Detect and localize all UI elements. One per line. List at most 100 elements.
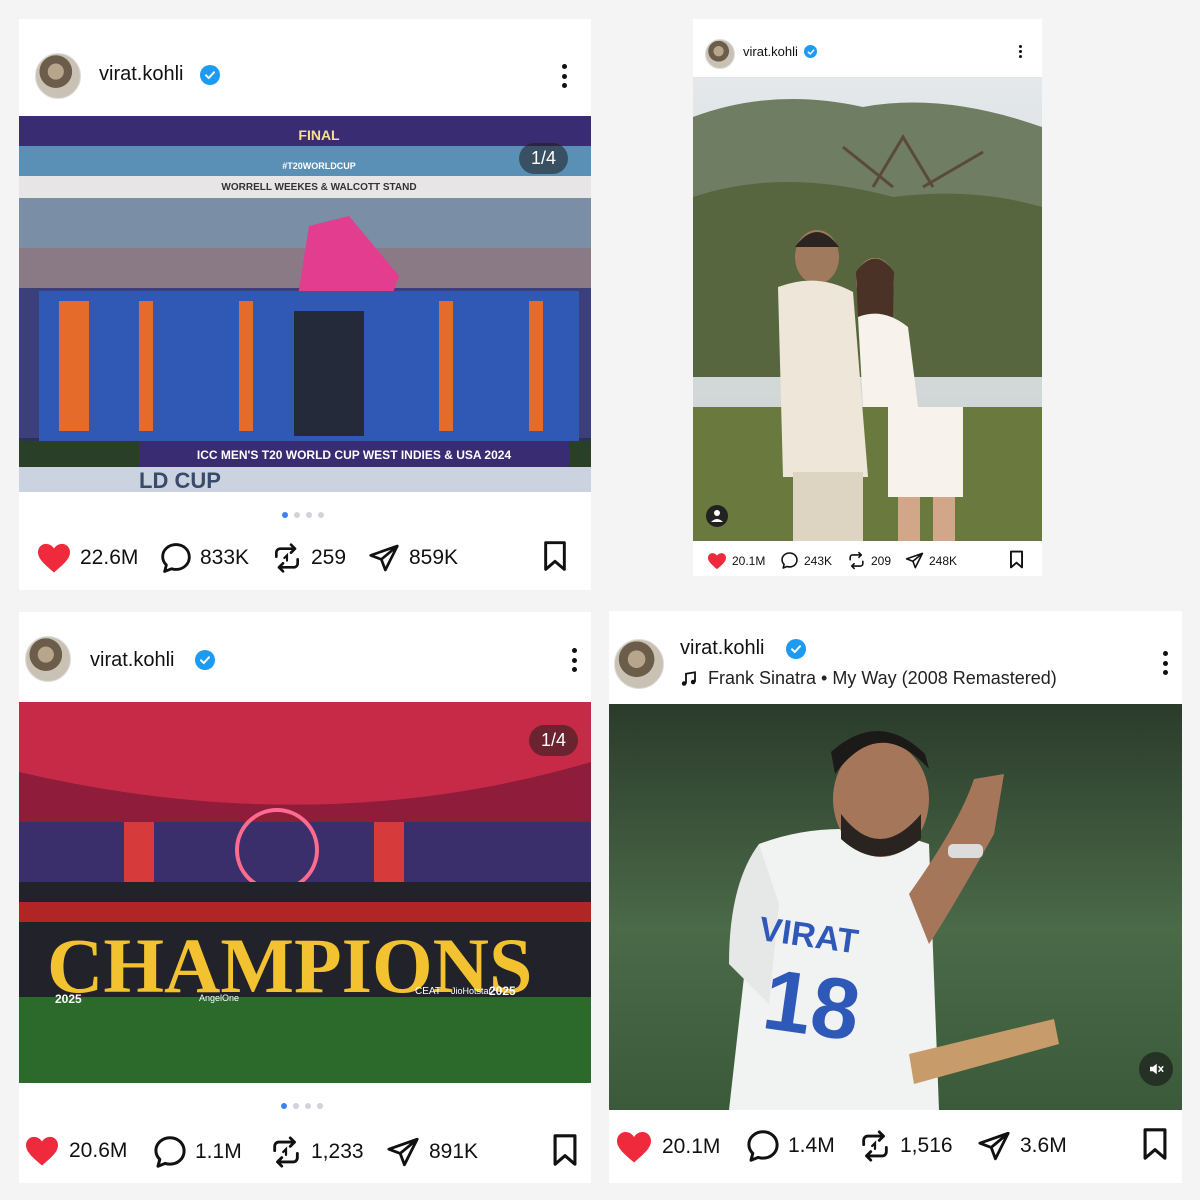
avatar[interactable] <box>614 639 664 689</box>
sponsor-ceat: CEAT <box>415 986 441 997</box>
verified-badge-icon <box>804 45 817 58</box>
sponsor-angelone: AngelOne <box>199 993 239 1003</box>
repost-button[interactable]: 1,233 <box>269 1135 364 1169</box>
t20-celebration-photo: FINAL #T20WORLDCUP WORRELL WEEKES & WALC… <box>19 116 591 492</box>
share-count: 248K <box>929 553 958 568</box>
like-count: 22.6M <box>80 546 139 569</box>
repost-button[interactable]: 259 <box>271 542 346 574</box>
media-counter: 1/4 <box>529 725 579 756</box>
like-count: 20.6M <box>69 1139 128 1162</box>
like-button[interactable]: 20.1M <box>615 1130 720 1164</box>
share-count: 859K <box>409 546 459 569</box>
comment-button[interactable]: 833K <box>159 541 249 575</box>
music-note-icon <box>681 670 696 686</box>
share-icon <box>978 1131 1010 1161</box>
username[interactable]: virat.kohli <box>743 44 798 59</box>
heart-icon <box>38 543 70 573</box>
share-icon <box>387 1137 419 1167</box>
save-button[interactable] <box>549 1133 581 1167</box>
comment-count: 1.1M <box>195 1140 242 1163</box>
like-button[interactable]: 20.6M <box>24 1135 127 1167</box>
carousel-dot <box>317 1103 323 1109</box>
comment-button[interactable]: 1.4M <box>745 1128 835 1164</box>
mute-icon <box>1150 1063 1164 1075</box>
heart-icon <box>708 553 726 570</box>
post-image-couple-hug[interactable] <box>693 77 1042 541</box>
jersey-number-text: 18 <box>758 951 866 1059</box>
mute-button[interactable] <box>1139 1052 1173 1086</box>
like-button[interactable]: 20.1M <box>707 552 765 570</box>
avatar[interactable] <box>35 53 81 99</box>
year-right-text: 2025 <box>489 984 516 998</box>
share-button[interactable]: 859K <box>367 542 458 574</box>
carousel-dot <box>305 1103 311 1109</box>
carousel-dot <box>306 512 312 518</box>
carousel-dot <box>282 512 288 518</box>
carousel-dot <box>293 1103 299 1109</box>
verified-badge-icon <box>200 65 220 85</box>
verified-badge-icon <box>786 639 806 659</box>
audio-track-label: Frank Sinatra • My Way (2008 Remastered) <box>708 668 1057 688</box>
share-count: 891K <box>429 1140 479 1163</box>
comment-icon <box>781 552 798 569</box>
avatar[interactable] <box>25 636 71 682</box>
more-options-button[interactable] <box>1019 45 1022 58</box>
bookmark-icon <box>553 1134 577 1166</box>
save-button[interactable] <box>1139 1127 1171 1161</box>
username[interactable]: virat.kohli <box>90 649 174 672</box>
bookmark-icon <box>1143 1128 1167 1160</box>
repost-count: 1,516 <box>900 1134 953 1157</box>
share-count: 3.6M <box>1020 1134 1067 1157</box>
repost-button[interactable]: 209 <box>847 551 891 570</box>
avatar[interactable] <box>705 39 735 69</box>
comment-icon <box>154 1136 186 1168</box>
banner-final-text: FINAL <box>298 127 340 143</box>
carousel-dot <box>318 512 324 518</box>
more-options-button[interactable] <box>562 64 567 88</box>
comment-button[interactable]: 243K <box>780 551 832 570</box>
username[interactable]: virat.kohli <box>99 63 183 86</box>
share-button[interactable]: 3.6M <box>976 1129 1067 1163</box>
hashtag-text: #T20WORLDCUP <box>282 161 356 171</box>
comment-count: 1.4M <box>788 1134 835 1157</box>
share-button[interactable]: 891K <box>385 1135 478 1169</box>
stand-name-text: WORRELL WEEKES & WALCOTT STAND <box>221 182 416 193</box>
carousel-indicator <box>282 512 324 518</box>
share-icon <box>905 552 924 569</box>
repost-button[interactable]: 1,516 <box>858 1129 953 1163</box>
sponsor-jiohotstar: JioHotstar <box>451 986 492 996</box>
post-card-4: virat.kohli Frank Sinatra • My Way (2008… <box>609 611 1182 1183</box>
username[interactable]: virat.kohli <box>680 637 764 660</box>
repost-count: 259 <box>311 546 347 569</box>
post-video-virat-salute[interactable]: VIRAT 18 <box>609 704 1182 1110</box>
comment-count: 833K <box>200 546 250 569</box>
champions-photo: CHAMPIONS 2025 AngelOne CEAT JioHotstar … <box>19 702 591 1083</box>
bookmark-icon <box>544 541 566 571</box>
repost-icon <box>849 551 864 570</box>
repost-icon <box>275 543 299 573</box>
audio-track[interactable]: Frank Sinatra • My Way (2008 Remastered) <box>680 668 1057 689</box>
virat-video-frame: VIRAT 18 <box>609 704 1182 1110</box>
heart-icon <box>26 1136 58 1166</box>
like-button[interactable]: 22.6M <box>36 542 138 574</box>
post-card-2: virat.kohli 20.1M 243K 209 248K <box>693 19 1042 576</box>
more-options-button[interactable] <box>572 648 577 672</box>
verified-badge-icon <box>195 650 215 670</box>
media-counter: 1/4 <box>519 143 569 174</box>
share-button[interactable]: 248K <box>905 551 957 570</box>
more-options-button[interactable] <box>1163 651 1168 675</box>
comment-button[interactable]: 1.1M <box>152 1134 242 1170</box>
like-count: 20.1M <box>732 554 766 568</box>
save-button[interactable] <box>540 540 570 572</box>
post-image-champions[interactable]: CHAMPIONS 2025 AngelOne CEAT JioHotstar … <box>19 702 591 1083</box>
repost-count: 1,233 <box>311 1140 364 1163</box>
year-left-text: 2025 <box>55 992 82 1006</box>
post-card-3: virat.kohli CHAMPIONS 2025 AngelOne CEAT… <box>19 612 591 1183</box>
bookmark-icon <box>1010 550 1023 569</box>
carousel-indicator <box>281 1103 323 1109</box>
share-icon <box>369 544 399 572</box>
post-card-1: virat.kohli FINAL #T20WORLDCUP WORRELL W… <box>19 19 591 590</box>
post-image-trophy-celebration[interactable]: FINAL #T20WORLDCUP WORRELL WEEKES & WALC… <box>19 116 591 492</box>
like-count: 20.1M <box>662 1135 721 1158</box>
save-button[interactable] <box>1008 550 1025 569</box>
